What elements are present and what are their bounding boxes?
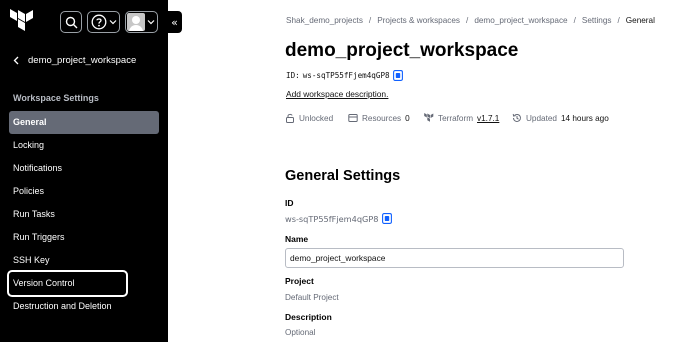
id-value: ws-sqTP55fFjem4qGP8 (285, 213, 379, 224)
id-label: ID (285, 198, 294, 208)
sidebar-nav: General Locking Notifications Policies R… (7, 111, 159, 318)
updated-time: Updated 14 hours ago (512, 113, 609, 123)
sidebar: demo_project_workspace Workspace Setting… (0, 0, 168, 342)
chevron-left-icon (13, 56, 19, 65)
topbar (0, 0, 168, 44)
project-value: Default Project (285, 293, 339, 302)
description-hint: Optional (285, 328, 316, 337)
sidebar-item-policies[interactable]: Policies (9, 180, 159, 203)
chevron-down-icon (147, 20, 155, 25)
user-avatar-icon (127, 13, 145, 31)
back-to-workspace-link[interactable]: demo_project_workspace (13, 55, 136, 66)
workspace-id-line: ID: ws-sqTP55fFjem4qGP8 (286, 70, 403, 81)
name-label: Name (285, 234, 309, 244)
sidebar-item-destruction-and-deletion[interactable]: Destruction and Deletion (9, 295, 159, 318)
help-menu-button[interactable] (87, 11, 120, 33)
breadcrumb: Shak_demo_projects / Projects & workspac… (286, 16, 655, 25)
search-button[interactable] (60, 11, 82, 33)
resources-value: 0 (405, 113, 410, 123)
copy-icon[interactable] (381, 213, 392, 224)
sidebar-item-locking[interactable]: Locking (9, 134, 159, 157)
search-icon (65, 16, 77, 28)
id-value-row: ws-sqTP55fFjem4qGP8 (285, 213, 392, 224)
sidebar-item-version-control[interactable]: Version Control (7, 270, 128, 297)
sidebar-item-notifications[interactable]: Notifications (9, 157, 159, 180)
breadcrumb-separator: / (368, 16, 372, 25)
user-menu-button[interactable] (125, 11, 158, 33)
unlock-icon (285, 113, 295, 123)
add-workspace-description-link[interactable]: Add workspace description. (286, 89, 388, 99)
resources-icon (348, 113, 358, 123)
description-label: Description (285, 312, 332, 322)
workspace-id-value: ws-sqTP55fFjem4qGP8 (302, 71, 390, 80)
collapse-sidebar-button[interactable]: « (167, 11, 182, 33)
terraform-label: Terraform (438, 113, 474, 123)
name-field[interactable] (285, 248, 624, 268)
sidebar-item-ssh-key[interactable]: SSH Key (9, 249, 159, 272)
copy-icon[interactable] (392, 70, 403, 81)
breadcrumb-current: General (625, 16, 655, 25)
history-icon (512, 113, 522, 123)
general-settings-title: General Settings (285, 168, 401, 184)
resources-label: Resources (362, 113, 402, 123)
lock-status-label: Unlocked (299, 113, 334, 123)
workspace-id-prefix: ID: (286, 71, 300, 80)
help-icon (91, 14, 107, 30)
back-link-label: demo_project_workspace (28, 55, 137, 66)
sidebar-item-general[interactable]: General (9, 111, 159, 134)
workspace-meta: Unlocked Resources 0 Terraform v1.7.1 Up… (285, 113, 609, 123)
terraform-icon (424, 113, 434, 123)
project-label: Project (285, 276, 314, 286)
terraform-version: Terraform v1.7.1 (424, 113, 512, 123)
sidebar-item-run-triggers[interactable]: Run Triggers (9, 226, 159, 249)
updated-label: Updated (526, 113, 557, 123)
breadcrumb-separator: / (617, 16, 620, 25)
updated-value: 14 hours ago (560, 113, 609, 123)
sidebar-item-run-tasks[interactable]: Run Tasks (9, 203, 159, 226)
terraform-version-link[interactable]: v1.7.1 (477, 114, 499, 123)
page-title: demo_project_workspace (285, 40, 519, 61)
resources-count[interactable]: Resources 0 (348, 113, 424, 123)
terraform-logo-icon[interactable] (10, 9, 34, 35)
chevron-down-icon (109, 20, 117, 25)
breadcrumb-separator: / (573, 16, 576, 25)
breadcrumb-settings[interactable]: Settings (582, 16, 612, 25)
lock-status: Unlocked (285, 113, 348, 123)
breadcrumb-organization[interactable]: Shak_demo_projects (286, 16, 363, 25)
breadcrumb-workspace[interactable]: demo_project_workspace (474, 16, 567, 25)
sidebar-section-title: Workspace Settings (13, 93, 99, 103)
breadcrumb-separator: / (466, 16, 469, 25)
breadcrumb-projects[interactable]: Projects & workspaces (377, 16, 460, 25)
